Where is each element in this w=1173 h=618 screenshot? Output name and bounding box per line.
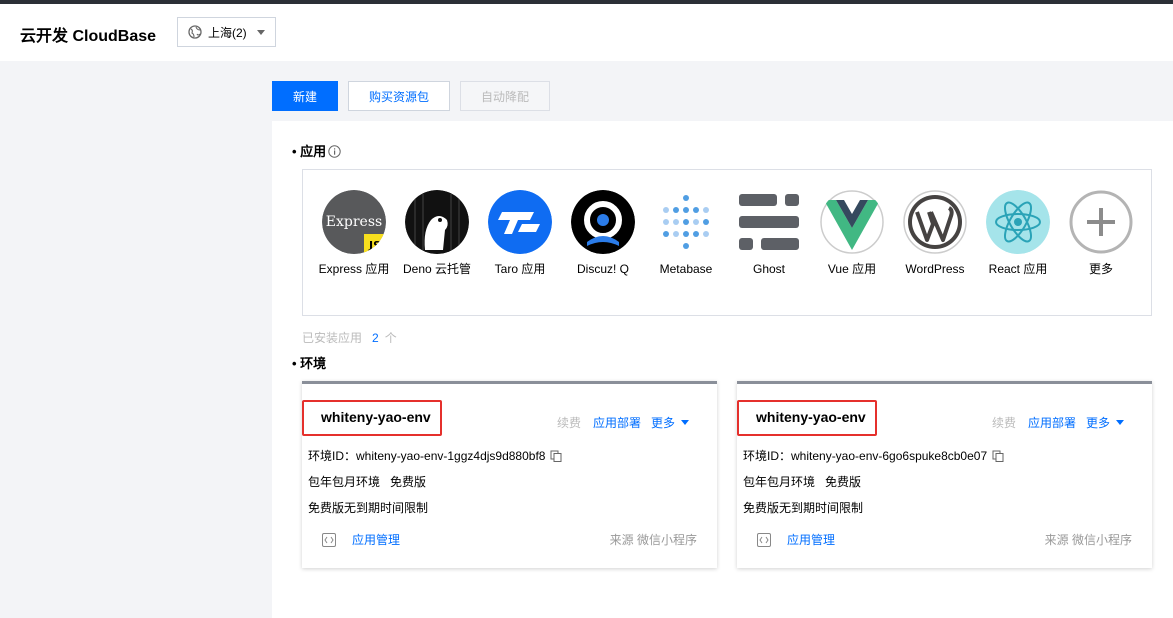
env-card: whiteny-yao-env 续费 应用部署 更多 环境ID：whiteny-… (302, 381, 717, 568)
app-manage-link[interactable]: 应用管理 (787, 531, 835, 548)
plus-icon (1069, 190, 1133, 254)
app-taro[interactable]: Taro 应用 (480, 190, 560, 278)
plan-type: 包年包月环境 (308, 475, 381, 489)
env-source: 来源 微信小程序 (609, 533, 697, 547)
env-limit: 免费版无到期时间限制 (743, 501, 864, 515)
env-name[interactable]: whiteny-yao-env (756, 409, 866, 425)
env-card: whiteny-yao-env 续费 应用部署 更多 环境ID：whiteny-… (737, 381, 1152, 568)
more-menu[interactable]: 更多 (1086, 414, 1124, 431)
env-actions: 续费 应用部署 更多 (557, 414, 689, 431)
react-icon (986, 190, 1050, 254)
env-source: 来源 微信小程序 (1044, 533, 1132, 547)
installed-apps: 已安装应用 2 个 (302, 329, 397, 346)
app-label: Express 应用 (318, 262, 390, 276)
apps-section-title: • 应用 (292, 141, 341, 160)
auto-downgrade-button: 自动降配 (460, 81, 550, 111)
info-icon[interactable] (328, 145, 341, 158)
installed-unit: 个 (384, 331, 397, 345)
env-id: 环境ID：whiteny-yao-env-1ggz4djs9d880bf8 (308, 449, 546, 463)
app-label: WordPress (905, 262, 965, 276)
main-panel: • 应用 Express JS Express 应用 Deno 云托管 Taro … (272, 121, 1173, 618)
app-label: Ghost (752, 262, 785, 276)
svg-text:JS: JS (368, 239, 381, 252)
app-label: Discuz! Q (576, 262, 629, 276)
app-express[interactable]: Express JS Express 应用 (314, 190, 394, 278)
plan-type: 包年包月环境 (743, 475, 816, 489)
app-react[interactable]: React 应用 (978, 190, 1058, 278)
installed-count[interactable]: 2 (372, 331, 379, 345)
chevron-down-icon (681, 420, 689, 425)
env-plan-row: 包年包月环境 免费版 (308, 473, 426, 490)
env-name[interactable]: whiteny-yao-env (321, 409, 431, 425)
app-label: 更多 (1088, 262, 1113, 276)
env-actions: 续费 应用部署 更多 (992, 414, 1124, 431)
metabase-icon (654, 190, 718, 254)
app-deno[interactable]: Deno 云托管 (397, 190, 477, 278)
env-plan-row: 包年包月环境 免费版 (743, 473, 861, 490)
new-button[interactable]: 新建 (272, 81, 338, 111)
plan-tier: 免费版 (390, 475, 427, 489)
installed-label: 已安装应用 (302, 331, 363, 345)
app-label: Vue 应用 (827, 262, 877, 276)
express-icon: Express JS (322, 190, 386, 254)
app-discuz[interactable]: Discuz! Q (563, 190, 643, 278)
chevron-down-icon (1116, 420, 1124, 425)
env-id-row: 环境ID：whiteny-yao-env-6go6spuke8cb0e07 (743, 447, 1004, 464)
app-vue[interactable]: Vue 应用 (812, 190, 892, 278)
app-more[interactable]: 更多 (1061, 190, 1141, 278)
vue-icon (820, 190, 884, 254)
env-limit: 免费版无到期时间限制 (308, 501, 429, 515)
apps-box: Express JS Express 应用 Deno 云托管 Taro 应用 Di… (302, 169, 1152, 316)
more-label: 更多 (650, 416, 675, 430)
more-label: 更多 (1085, 416, 1110, 430)
env-id: 环境ID：whiteny-yao-env-6go6spuke8cb0e07 (743, 449, 988, 463)
svg-text:Express: Express (326, 214, 382, 230)
region-label: 上海(2) (208, 25, 247, 40)
deploy-link[interactable]: 应用部署 (593, 414, 641, 431)
more-menu[interactable]: 更多 (651, 414, 689, 431)
app-label: React 应用 (988, 262, 1048, 276)
apps-title-text: • 应用 (292, 144, 327, 159)
code-brackets-icon (322, 532, 336, 547)
chevron-down-icon (257, 30, 265, 35)
env-footer: 应用管理 来源 微信小程序 (322, 531, 697, 548)
app-label: Taro 应用 (494, 262, 546, 276)
app-wordpress[interactable]: WordPress (895, 190, 975, 278)
taro-icon (488, 190, 552, 254)
env-section-title: • 环境 (292, 356, 327, 371)
ghost-icon (737, 190, 801, 254)
app-manage-link[interactable]: 应用管理 (352, 531, 400, 548)
wordpress-icon (903, 190, 967, 254)
region-selector[interactable]: 上海(2) (177, 17, 276, 47)
deploy-link[interactable]: 应用部署 (1028, 414, 1076, 431)
app-metabase[interactable]: Metabase (646, 190, 726, 278)
plan-tier: 免费版 (825, 475, 862, 489)
copy-icon[interactable] (550, 450, 562, 462)
discuz-icon (571, 190, 635, 254)
app-label: Deno 云托管 (402, 262, 472, 276)
app-label: Metabase (659, 262, 713, 276)
deno-icon (405, 190, 469, 254)
buy-resource-pack-button[interactable]: 购买资源包 (348, 81, 450, 111)
renew-link: 续费 (556, 416, 581, 430)
env-id-row: 环境ID：whiteny-yao-env-1ggz4djs9d880bf8 (308, 447, 562, 464)
brand-title: 云开发 CloudBase (20, 28, 157, 45)
globe-icon (188, 25, 202, 39)
app-ghost[interactable]: Ghost (729, 190, 809, 278)
code-brackets-icon (757, 532, 771, 547)
renew-link: 续费 (991, 416, 1016, 430)
header: 云开发 CloudBase 上海(2) (0, 4, 1173, 61)
env-footer: 应用管理 来源 微信小程序 (757, 531, 1132, 548)
copy-icon[interactable] (992, 450, 1004, 462)
